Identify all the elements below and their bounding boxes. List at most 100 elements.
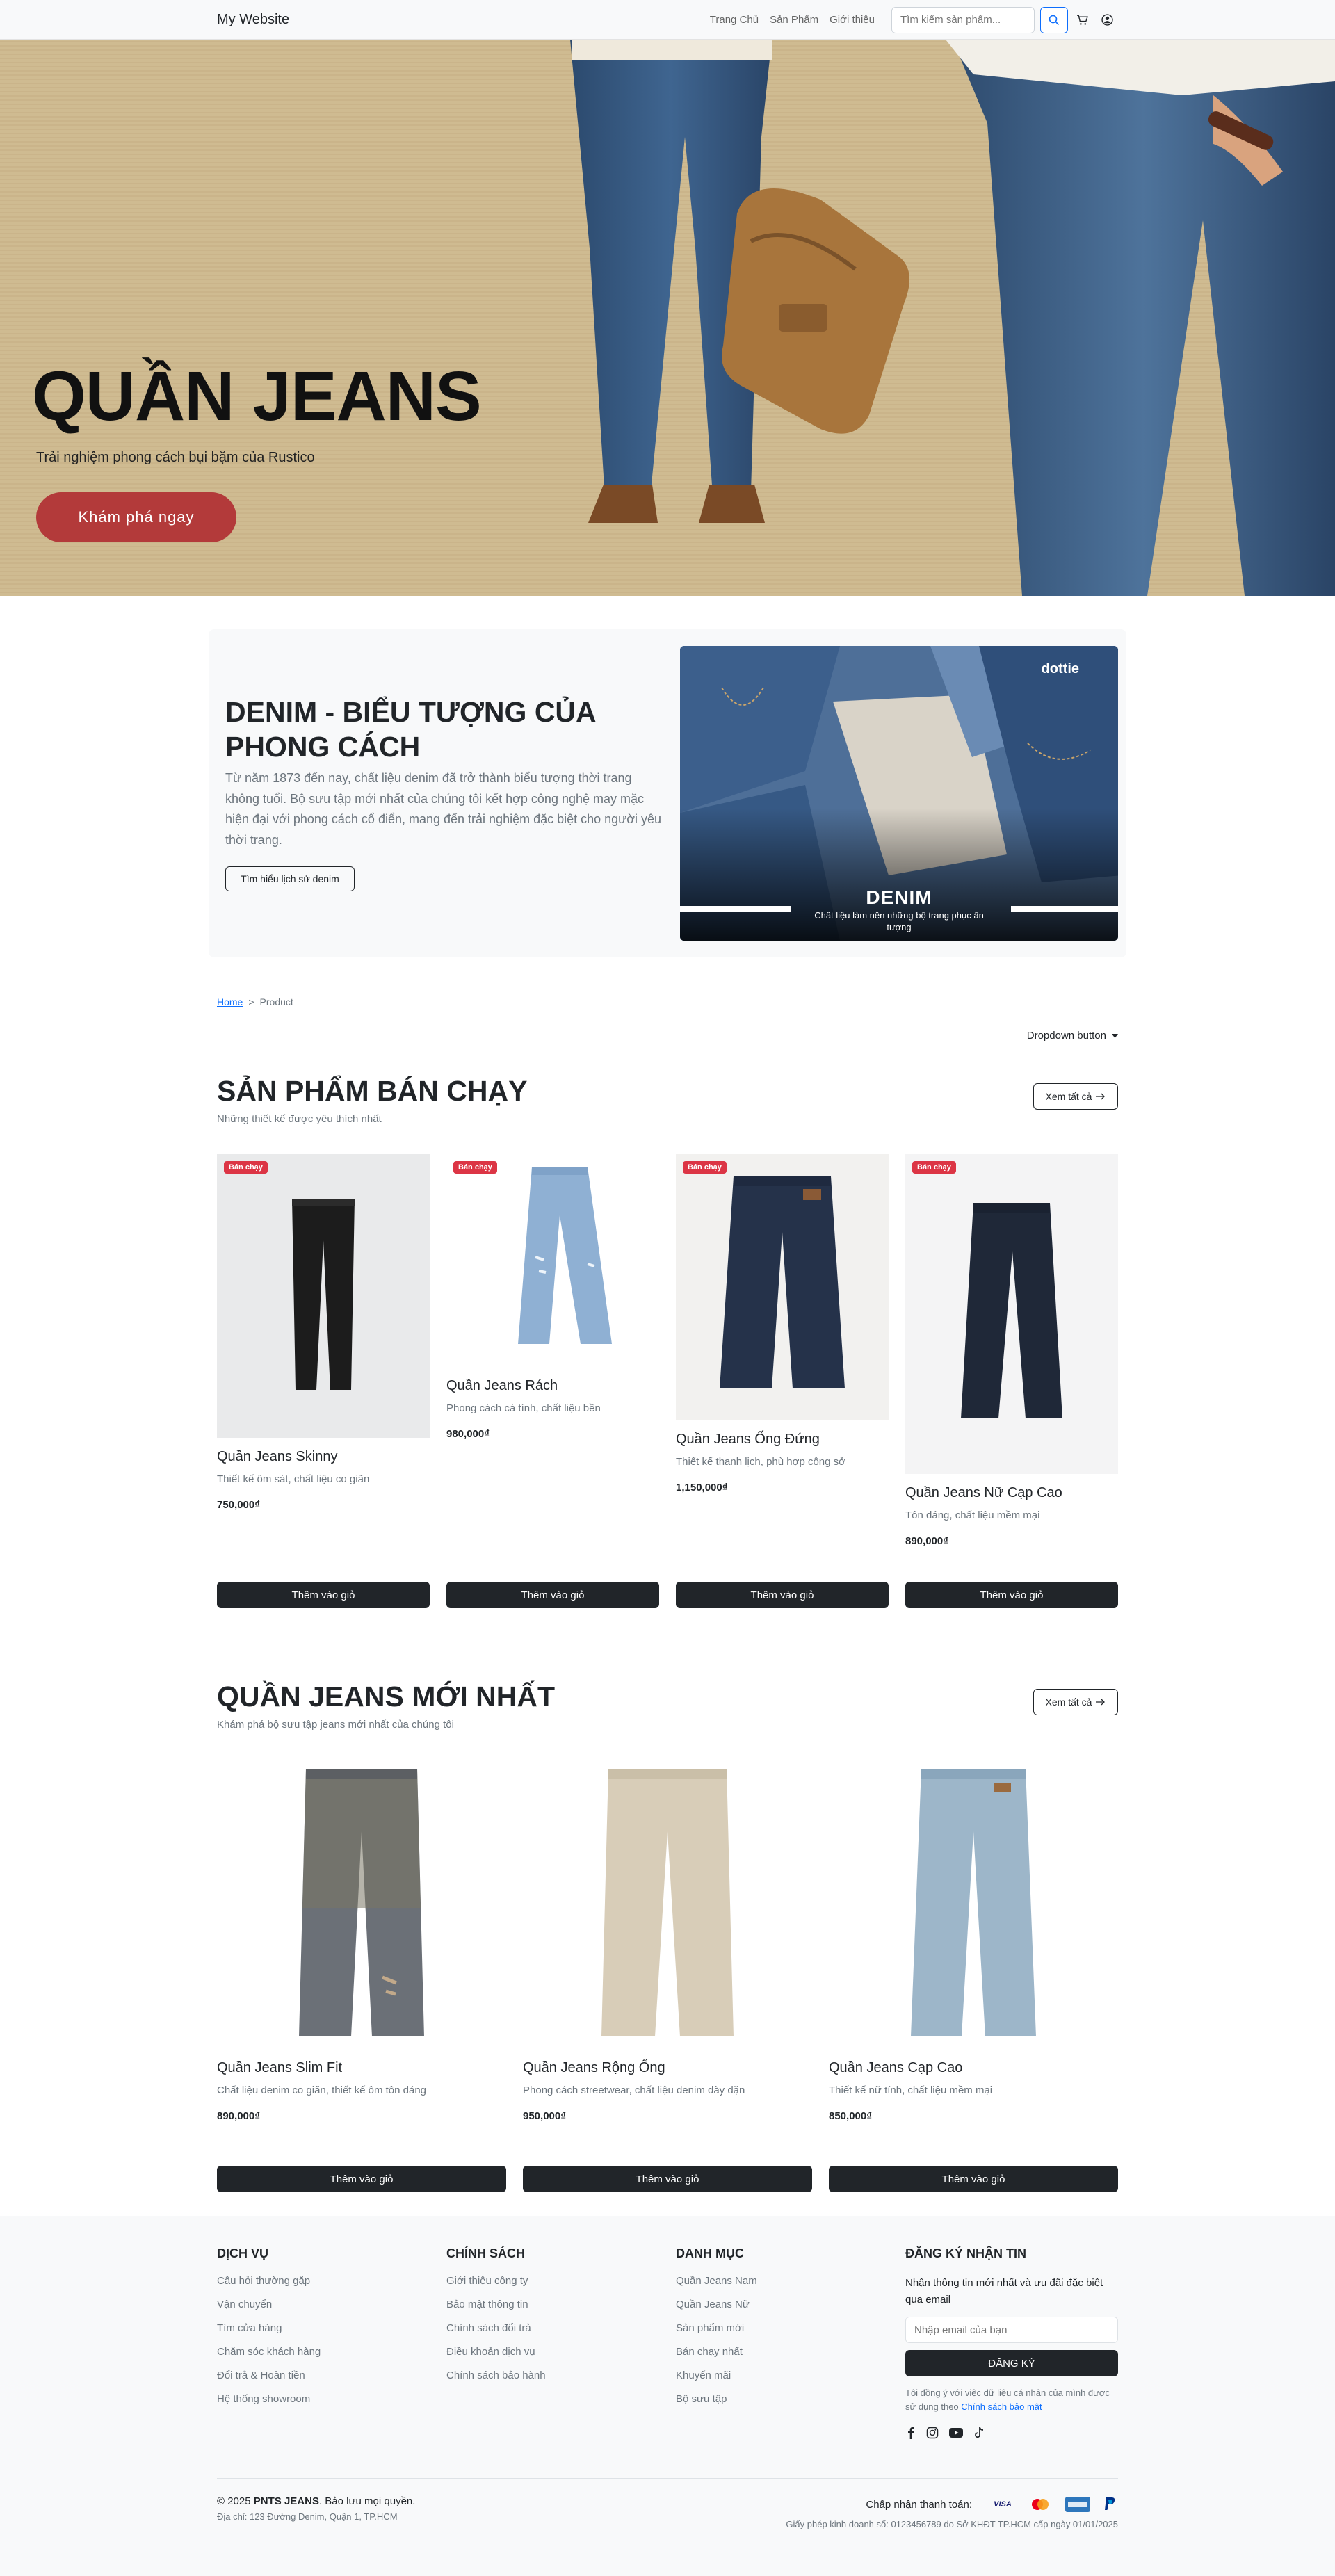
image-caption: Chất liệu làm nên những bộ trang phục ấn… [814,910,984,932]
footer-link[interactable]: Giới thiệu công ty [446,2275,659,2287]
copyright: © 2025 PNTS JEANS. Bảo lưu mọi quyền. [217,2495,415,2507]
payment-methods: Chấp nhận thanh toán: VISA [786,2495,1118,2513]
brand-logo[interactable]: My Website [217,12,289,28]
product-price: 850,000₫ [829,2110,872,2122]
product-description: Tôn dáng, chất liệu mềm mại [905,1509,1040,1521]
footer-services: DỊCH VỤ Câu hỏi thường gặp Vận chuyển Tì… [217,2246,430,2439]
copyright-prefix: © 2025 [217,2495,251,2508]
footer-link[interactable]: Hệ thống showroom [217,2393,430,2405]
social-links [905,2427,1118,2440]
add-to-cart-button[interactable]: Thêm vào giỏ [217,1582,430,1608]
privacy-policy-link[interactable]: Chính sách bảo mật [961,2401,1042,2412]
search-input[interactable] [891,6,1035,33]
footer-link[interactable]: Bộ sưu tập [676,2393,889,2405]
product-name[interactable]: Quần Jeans Ống Đứng [676,1432,889,1448]
intro-description: Từ năm 1873 đến nay, chất liệu denim đã … [225,770,662,847]
tiktok-icon[interactable] [973,2427,985,2439]
hero-subtitle: Trải nghiệm phong cách bụi bặm của Rusti… [36,450,315,465]
product-description: Phong cách cá tính, chất liệu bền [446,1402,601,1414]
product-image[interactable]: Bán chạy [217,1154,430,1438]
youtube-icon[interactable] [948,2427,964,2439]
bestsellers-view-all-button[interactable]: Xem tất cả [1033,1083,1118,1110]
product-price: 980,000₫ [446,1428,490,1440]
footer-link[interactable]: Quần Jeans Nữ [676,2299,889,2310]
bestseller-badge: Bán chạy [683,1161,727,1174]
hero-text: QUẦN JEANS Trải nghiệm phong cách bụi bặ… [32,358,482,542]
product-image[interactable] [829,1760,1118,2049]
footer-link[interactable]: Quần Jeans Nam [676,2275,889,2287]
footer-categories: DANH MỤC Quần Jeans Nam Quần Jeans Nữ Sả… [676,2246,889,2439]
product-card: Bán chạy Quần Jeans Ống Đứng Thiết kế th… [676,1154,889,1608]
search-button[interactable] [1040,6,1068,33]
footer-link[interactable]: Vận chuyển [217,2299,430,2310]
account-button[interactable] [1096,9,1118,31]
nav-link-products[interactable]: Sản Phẩm [770,14,818,26]
product-image[interactable]: Bán chạy [676,1154,889,1420]
add-to-cart-button[interactable]: Thêm vào giỏ [217,2166,506,2192]
product-name[interactable]: Quần Jeans Rộng Ống [523,2060,812,2076]
instagram-icon[interactable] [926,2427,939,2439]
nav-link-about[interactable]: Giới thiệu [830,14,875,26]
product-name[interactable]: Quần Jeans Rách [446,1378,659,1394]
bestsellers-title: SẢN PHẨM BÁN CHẠY [217,1075,528,1107]
add-to-cart-button[interactable]: Thêm vào giỏ [676,1582,889,1608]
nav-link-home[interactable]: Trang Chủ [710,14,759,26]
breadcrumb-home[interactable]: Home [217,996,243,1007]
product-name[interactable]: Quần Jeans Nữ Cạp Cao [905,1485,1118,1501]
footer-link[interactable]: Chăm sóc khách hàng [217,2346,430,2358]
denim-history-button[interactable]: Tìm hiểu lịch sử denim [225,866,355,891]
product-price: 750,000₫ [217,1499,260,1511]
product-image[interactable] [523,1760,812,2049]
newsletter-title: ĐĂNG KÝ NHẬN TIN [905,2246,1026,2260]
footer-link[interactable]: Chính sách bảo hành [446,2370,659,2381]
newsletter-consent: Tôi đồng ý với việc dữ liệu cá nhân của … [905,2386,1118,2414]
product-description: Phong cách streetwear, chất liệu denim d… [523,2084,745,2096]
product-description: Chất liệu denim co giãn, thiết kế ôm tôn… [217,2084,427,2096]
company-address: Địa chỉ: 123 Đường Denim, Quận 1, TP.HCM [217,2511,398,2522]
footer-link[interactable]: Sản phẩm mới [676,2322,889,2334]
cart-button[interactable] [1071,9,1093,31]
add-to-cart-button[interactable]: Thêm vào giỏ [905,1582,1118,1608]
bestseller-badge: Bán chạy [224,1161,268,1174]
view-all-label: Xem tất cả [1045,1696,1092,1708]
product-image[interactable] [217,1760,506,2049]
navbar: My Website Trang Chủ Sản Phẩm Giới thiệu [0,0,1335,40]
product-card: Bán chạy Quần Jeans Skinny Thiết kế ôm s… [217,1154,430,1608]
payment-label: Chấp nhận thanh toán: [866,2498,972,2511]
add-to-cart-button[interactable]: Thêm vào giỏ [523,2166,812,2192]
footer-link[interactable]: Câu hỏi thường gặp [217,2275,430,2287]
image-logo: dottie [1041,661,1079,677]
footer-link[interactable]: Bảo mật thông tin [446,2299,659,2310]
footer-link[interactable]: Chính sách đổi trả [446,2322,659,2334]
footer-link[interactable]: Tìm cửa hàng [217,2322,430,2334]
footer-categories-title: DANH MỤC [676,2246,744,2260]
footer-link[interactable]: Bán chạy nhất [676,2346,889,2358]
dropdown-button[interactable]: Dropdown button [1027,1030,1118,1042]
newsletter-text: Nhận thông tin mới nhất và ưu đãi đặc bi… [905,2277,1103,2306]
add-to-cart-button[interactable]: Thêm vào giỏ [829,2166,1118,2192]
dropdown-label: Dropdown button [1026,1030,1106,1042]
footer-link[interactable]: Đổi trả & Hoàn tiền [217,2370,430,2381]
visa-icon: VISA [994,2500,1012,2509]
product-image[interactable]: Bán chạy [905,1154,1118,1474]
product-image[interactable]: Bán chạy [446,1154,659,1367]
product-name[interactable]: Quần Jeans Cạp Cao [829,2060,1118,2076]
product-card: Quần Jeans Rộng Ống Phong cách streetwea… [523,1760,812,2192]
add-to-cart-button[interactable]: Thêm vào giỏ [446,1582,659,1608]
explore-button[interactable]: Khám phá ngay [36,492,236,542]
product-name[interactable]: Quần Jeans Slim Fit [217,2060,506,2076]
caret-down-icon [1112,1033,1118,1038]
footer-link[interactable]: Khuyến mãi [676,2370,889,2381]
product-card: Bán chạy Quần Jeans Rách Phong cách cá t… [446,1154,659,1608]
newsletter-email-input[interactable] [905,2317,1118,2343]
footer-link[interactable]: Điều khoản dịch vụ [446,2346,659,2358]
footer-policy-title: CHÍNH SÁCH [446,2246,526,2260]
breadcrumb: Home > Product [217,996,1118,1007]
facebook-icon[interactable] [905,2427,916,2440]
product-name[interactable]: Quần Jeans Skinny [217,1449,430,1465]
footer-newsletter: ĐĂNG KÝ NHẬN TIN Nhận thông tin mới nhất… [905,2246,1118,2440]
newsletter-subscribe-button[interactable]: ĐĂNG KÝ [905,2350,1118,2376]
newest-view-all-button[interactable]: Xem tất cả [1033,1689,1118,1715]
product-description: Thiết kế nữ tính, chất liệu mềm mại [829,2084,993,2096]
cart-icon [1076,15,1088,25]
